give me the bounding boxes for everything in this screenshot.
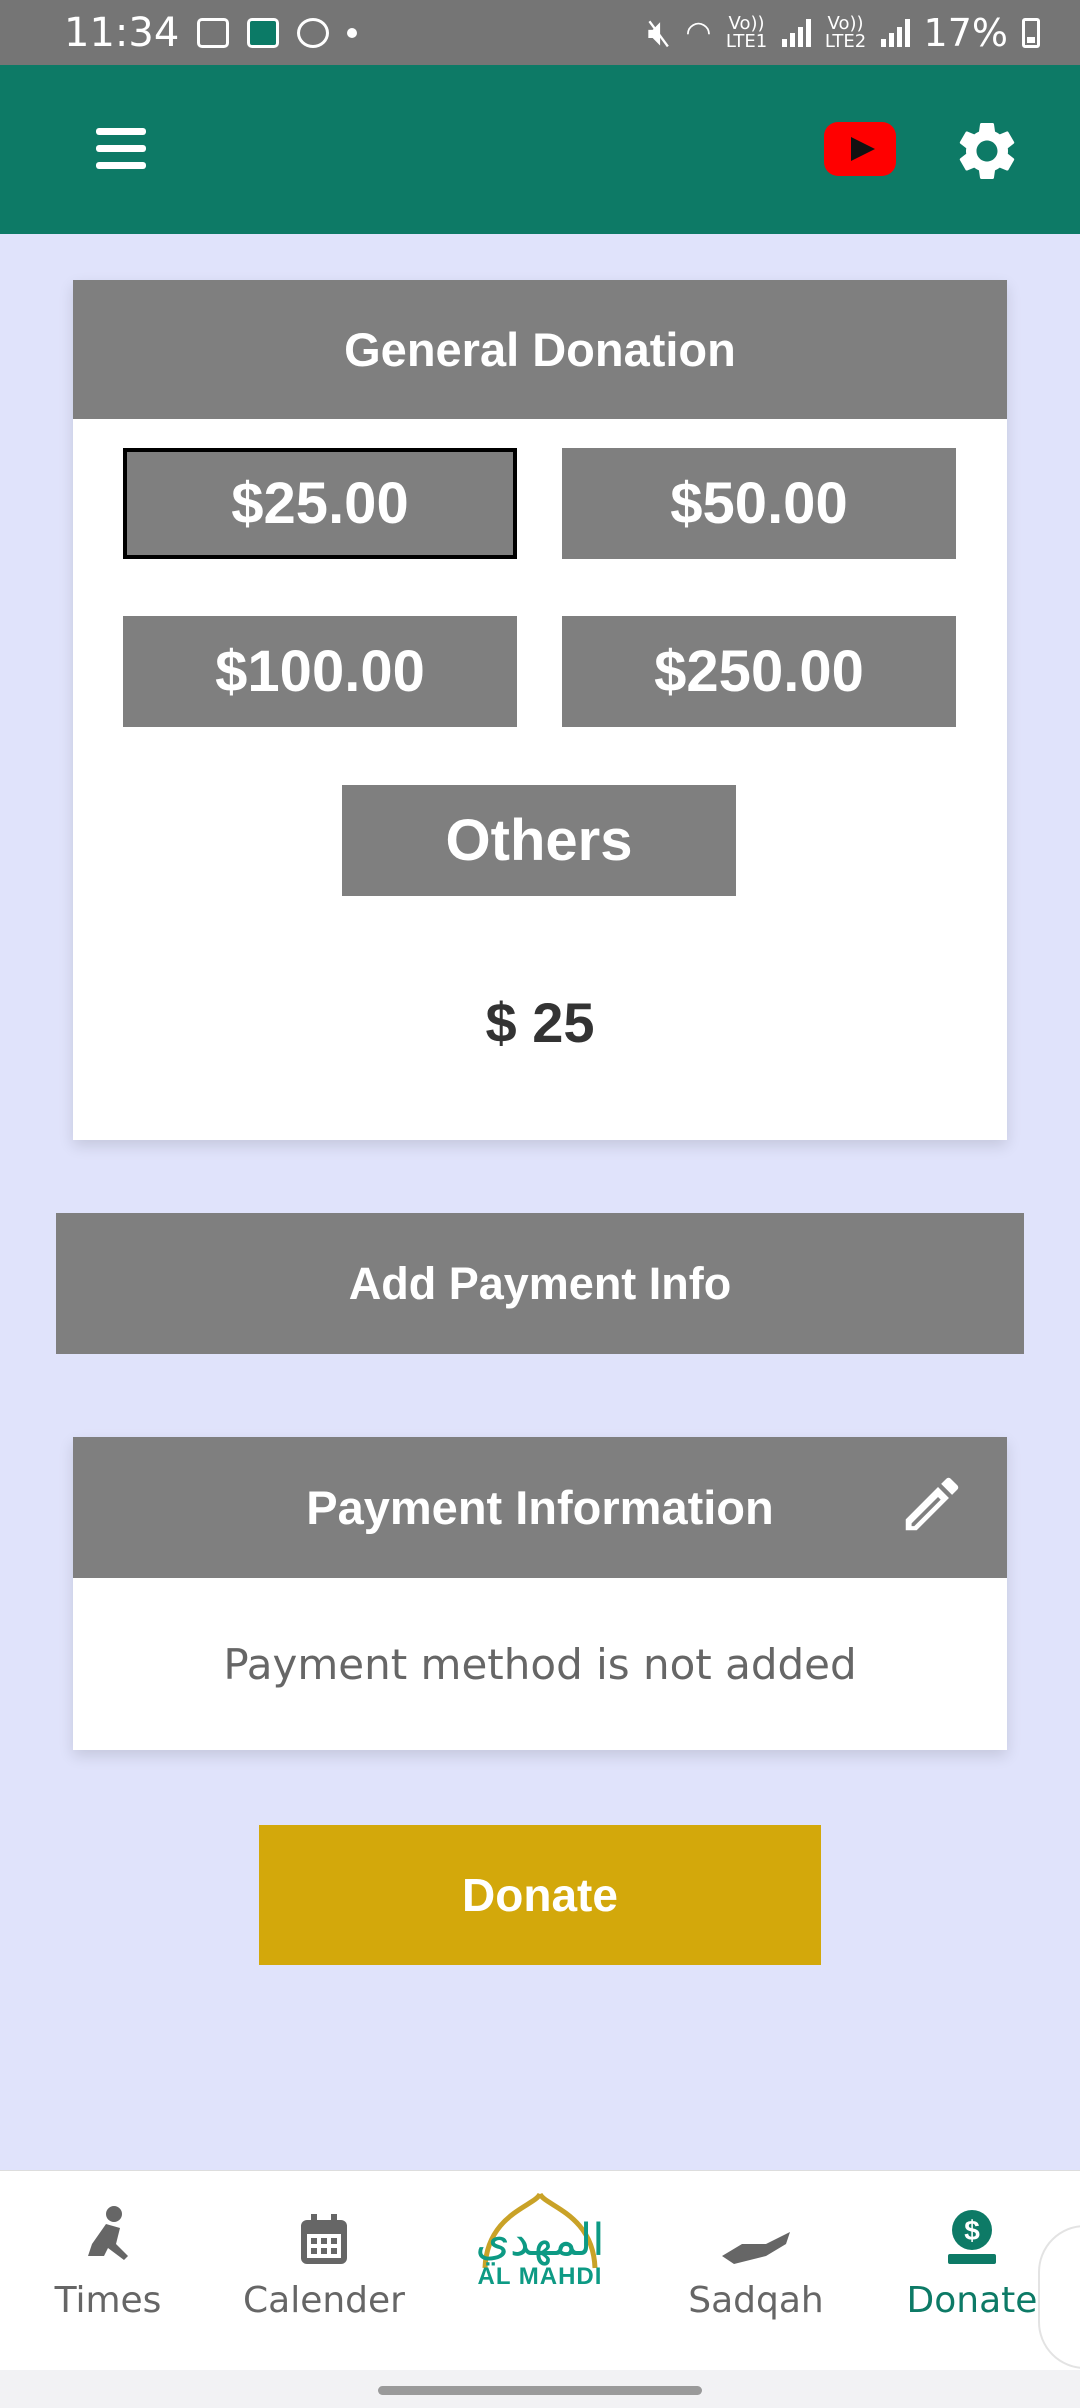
status-time: 11:34 [64, 9, 180, 56]
payment-status-text: Payment method is not added [223, 1639, 857, 1689]
al-mahdi-logo[interactable]: المهدي AL MAHDI [455, 2190, 625, 2350]
hamburger-icon[interactable] [96, 128, 146, 170]
nav-label-times: Times [54, 2280, 162, 2321]
signal1-icon [781, 18, 811, 47]
logo-english-text: AL MAHDI [477, 2263, 603, 2290]
battery-icon [1022, 17, 1040, 48]
svg-text:$: $ [964, 2215, 980, 2246]
network2-label: Vo)) LTE2 [824, 12, 867, 52]
donation-card: General Donation $25.00 $50.00 $100.00 $… [73, 280, 1007, 1140]
nav-item-sadqah[interactable]: Sadqah [648, 2171, 864, 2371]
payment-info-title: Payment Information [306, 1481, 774, 1534]
prayer-icon [88, 2206, 128, 2260]
nav-label-sadqah: Sadqah [688, 2280, 824, 2321]
more-notifications-icon [347, 27, 358, 38]
nav-item-calender[interactable]: Calender [216, 2171, 432, 2371]
nav-label-calender: Calender [243, 2280, 405, 2321]
youtube-icon[interactable] [824, 122, 896, 176]
calendar-icon [301, 2214, 347, 2264]
amount-50-button[interactable]: $50.00 [562, 448, 956, 559]
nav-label-donate: Donate [906, 2280, 1038, 2321]
hand-icon [722, 2232, 790, 2264]
nav-item-times[interactable]: Times [0, 2171, 216, 2371]
wifi-icon: ◠ [685, 15, 712, 50]
dollar-donate-icon: $ [948, 2210, 996, 2264]
status-right: 🔇︎ ◠ Vo)) LTE1 Vo)) LTE2 17% [647, 10, 1040, 55]
payment-info-header: Payment Information [73, 1437, 1007, 1578]
logo-arabic-text: المهدي [475, 2215, 605, 2266]
payment-info-card: Payment Information Payment method is no… [73, 1437, 1007, 1750]
donation-title: General Donation [73, 280, 1007, 419]
add-payment-info-button[interactable]: Add Payment Info [56, 1213, 1024, 1354]
network1-label: Vo)) LTE1 [725, 12, 768, 52]
media-notification-icon [297, 17, 330, 48]
pencil-icon[interactable] [897, 1469, 967, 1539]
gear-icon[interactable] [952, 116, 1022, 186]
app-bar [0, 65, 1080, 234]
status-bar: 11:34 🔇︎ ◠ Vo)) LTE1 Vo)) LTE2 17% [0, 0, 1080, 65]
amount-100-button[interactable]: $100.00 [123, 616, 517, 727]
mute-icon: 🔇︎ [647, 10, 672, 54]
gallery-notification-icon [197, 17, 230, 48]
app-notification-icon [247, 17, 280, 48]
amount-250-button[interactable]: $250.00 [562, 616, 956, 727]
gesture-bar[interactable] [378, 2386, 702, 2395]
signal2-icon [880, 18, 910, 47]
others-button[interactable]: Others [342, 785, 736, 896]
amount-25-button[interactable]: $25.00 [123, 448, 517, 559]
battery-percent: 17% [923, 10, 1008, 55]
donate-button[interactable]: Donate [259, 1825, 821, 1965]
status-left: 11:34 [64, 9, 358, 56]
current-amount: $ 25 [485, 991, 595, 1054]
